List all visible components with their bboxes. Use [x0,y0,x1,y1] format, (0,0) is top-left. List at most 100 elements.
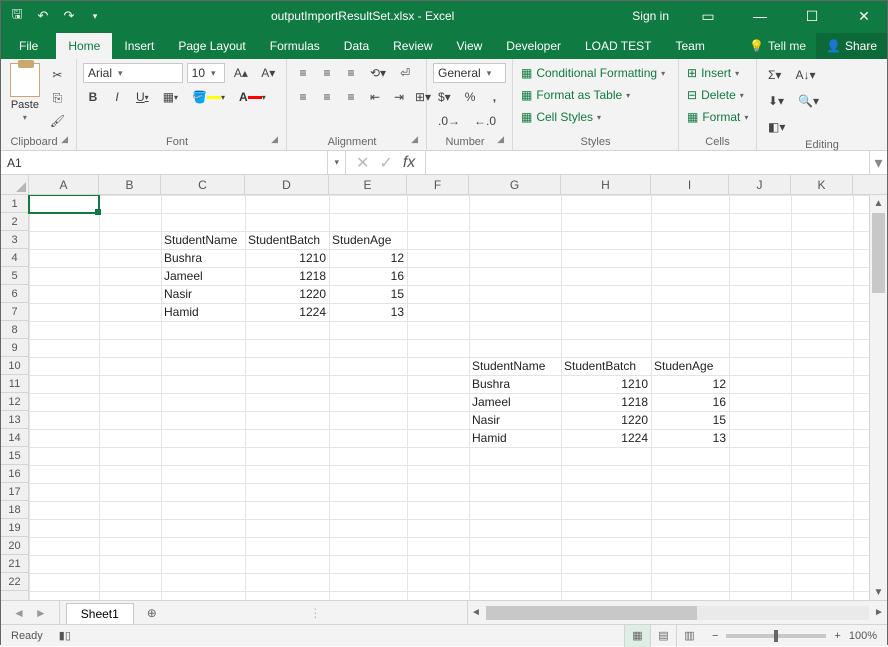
cell[interactable]: 15 [651,411,729,429]
sign-in-link[interactable]: Sign in [622,9,679,23]
cell[interactable]: 1220 [561,411,651,429]
scroll-right-icon[interactable]: ► [871,607,887,618]
underline-button[interactable]: U ▾ [131,87,154,107]
name-box-input[interactable] [1,156,327,170]
cell[interactable]: 16 [651,393,729,411]
bold-button[interactable]: B [83,87,103,107]
number-dialog-icon[interactable]: ◢ [497,134,506,148]
cell[interactable]: 1218 [561,393,651,411]
expand-formula-bar-icon[interactable]: ▾ [869,151,887,174]
close-button[interactable]: ✕ [841,1,887,31]
align-right-icon[interactable]: ≡ [341,87,361,107]
fill-color-icon[interactable]: 🪣▾ [187,87,230,107]
row-header[interactable]: 16 [1,465,28,483]
tab-developer[interactable]: Developer [494,33,573,59]
wrap-text-icon[interactable]: ⏎ [395,63,415,83]
scroll-left-icon[interactable]: ◄ [468,607,484,618]
scroll-down-icon[interactable]: ▼ [870,584,887,600]
row-header[interactable]: 15 [1,447,28,465]
tab-home[interactable]: Home [56,33,112,59]
clipboard-dialog-icon[interactable]: ◢ [61,134,70,148]
zoom-out-icon[interactable]: − [712,630,718,642]
cell[interactable]: Hamid [161,303,245,321]
row-header[interactable]: 2 [1,213,28,231]
share-button[interactable]: 👤Share [816,33,887,59]
row-header[interactable]: 14 [1,429,28,447]
shrink-font-icon[interactable]: A▾ [257,63,280,83]
grow-font-icon[interactable]: A▴ [229,63,252,83]
column-header[interactable]: B [99,175,161,194]
vertical-scroll-thumb[interactable] [872,213,885,293]
cell[interactable]: Jameel [161,267,245,285]
tab-page-layout[interactable]: Page Layout [166,33,257,59]
tab-load-test[interactable]: LOAD TEST [573,33,663,59]
maximize-button[interactable]: ☐ [789,1,835,31]
cut-icon[interactable]: ✂ [45,65,70,85]
align-center-icon[interactable]: ≡ [317,87,337,107]
redo-icon[interactable]: ↷ [61,8,77,24]
percent-format-icon[interactable]: % [460,87,481,107]
accounting-format-icon[interactable]: $▾ [433,87,456,107]
tab-insert[interactable]: Insert [112,33,166,59]
row-header[interactable]: 5 [1,267,28,285]
sheet-nav-next-icon[interactable]: ► [35,606,47,620]
save-icon[interactable]: 🖫 [9,5,25,27]
row-header[interactable]: 13 [1,411,28,429]
name-box-dropdown-icon[interactable]: ▾ [327,151,345,174]
row-header[interactable]: 19 [1,519,28,537]
format-painter-icon[interactable]: 🖌 [45,111,70,131]
column-header[interactable]: I [651,175,729,194]
delete-cells-button[interactable]: ⊟Delete▾ [685,87,750,103]
align-left-icon[interactable]: ≡ [293,87,313,107]
cell[interactable]: 12 [651,375,729,393]
row-header[interactable]: 17 [1,483,28,501]
formula-bar[interactable] [426,151,869,174]
cell[interactable]: StudenAge [651,357,729,375]
tab-formulas[interactable]: Formulas [258,33,332,59]
minimize-button[interactable]: ― [737,1,783,31]
column-header[interactable]: J [729,175,791,194]
font-size-select[interactable]: 10▾ [187,63,226,83]
macro-record-icon[interactable]: ▮▯ [53,629,77,642]
sort-filter-icon[interactable]: A↓▾ [790,65,820,85]
row-header[interactable]: 20 [1,537,28,555]
row-header[interactable]: 21 [1,555,28,573]
cell[interactable]: 1210 [245,249,329,267]
formula-input[interactable] [426,156,869,170]
number-format-select[interactable]: General▾ [433,63,506,83]
vertical-scrollbar[interactable]: ▲ ▼ [869,195,887,600]
cell[interactable]: Bushra [161,249,245,267]
conditional-formatting-button[interactable]: ▦Conditional Formatting▾ [519,65,672,81]
tab-data[interactable]: Data [332,33,381,59]
cell[interactable]: 13 [329,303,407,321]
row-header[interactable]: 4 [1,249,28,267]
tab-view[interactable]: View [445,33,495,59]
column-header[interactable]: K [791,175,853,194]
cell[interactable]: Hamid [469,429,561,447]
cell-area[interactable]: StudentNameStudentBatchStudenAgeBushra12… [29,195,869,600]
insert-cells-button[interactable]: ⊞Insert▾ [685,65,750,81]
tab-review[interactable]: Review [381,33,444,59]
row-header[interactable]: 22 [1,573,28,591]
decrease-decimal-icon[interactable]: ←.0 [469,111,501,131]
cell[interactable]: 1224 [561,429,651,447]
column-header[interactable]: F [407,175,469,194]
format-cells-button[interactable]: ▦Format▾ [685,109,750,125]
row-header[interactable]: 7 [1,303,28,321]
cell[interactable]: 1218 [245,267,329,285]
cell[interactable]: 1210 [561,375,651,393]
select-all-corner[interactable] [1,175,29,194]
align-top-icon[interactable]: ≡ [293,63,313,83]
font-color-icon[interactable]: A▾ [234,87,271,107]
cell[interactable]: 12 [329,249,407,267]
add-sheet-icon[interactable]: ⊕ [140,601,164,624]
horizontal-scroll-thumb[interactable] [486,606,697,620]
cell[interactable]: StudentName [161,231,245,249]
cell[interactable]: Bushra [469,375,561,393]
find-select-icon[interactable]: 🔍▾ [793,91,824,111]
tell-me-search[interactable]: 💡Tell me [739,33,816,59]
column-header[interactable]: G [469,175,561,194]
ribbon-display-icon[interactable]: ▭ [685,1,731,31]
cell[interactable]: 1220 [245,285,329,303]
cell[interactable]: Nasir [161,285,245,303]
